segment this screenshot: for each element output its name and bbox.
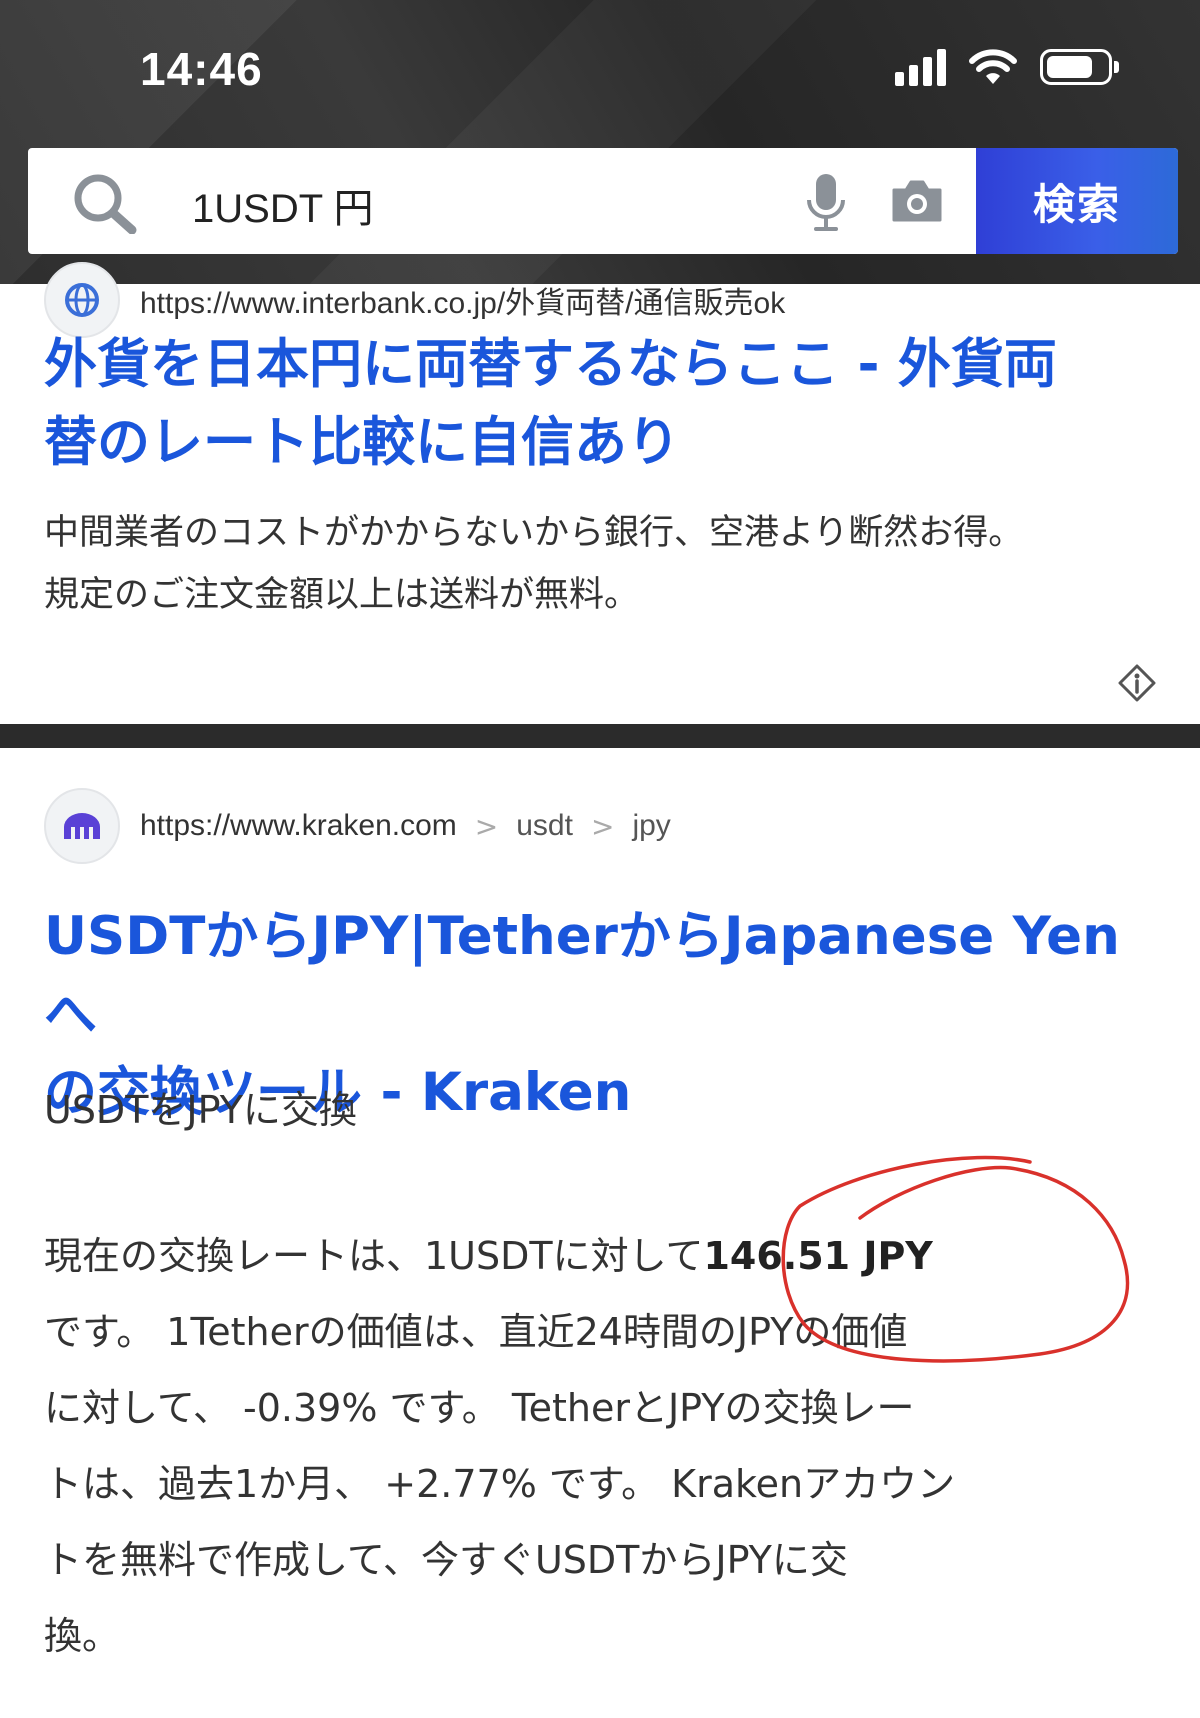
body-line: トを無料で作成して、今すぐUSDTからJPYに交 (44, 1538, 848, 1582)
breadcrumb-item: jpy (632, 809, 671, 842)
body-line: に対して、 -0.39% です。 TetherとJPYの交換レー (44, 1386, 915, 1430)
result-subheading: USDTをJPYに交換 (44, 1088, 357, 1132)
result-card-interbank: https://www.interbank.co.jp/外貨両替/通信販売ok … (0, 262, 1200, 724)
wifi-icon (969, 49, 1017, 84)
search-bar: 1USDT 円 検索 (28, 148, 1178, 254)
search-button[interactable]: 検索 (976, 148, 1178, 254)
result-title[interactable]: 外貨を日本円に両替するならここ - 外貨両 替のレート比較に自信あり (44, 326, 1144, 482)
body-line: トは、過去1か月、 +2.77% です。 Krakenアカウン (44, 1462, 956, 1506)
result-title-line[interactable]: USDTからJPY|TetherからJapanese Yenへ (44, 898, 1144, 1054)
body-line: 換。 (44, 1614, 121, 1658)
status-time: 14:46 (140, 43, 263, 95)
description-line: 規定のご注文金額以上は送料が無料。 (44, 575, 640, 615)
camera-icon[interactable] (890, 178, 944, 224)
description-line: 中間業者のコストがかからないから銀行、空港より断然お得。 (44, 513, 1024, 553)
body-text: 現在の交換レートは、1USDTに対して (44, 1234, 704, 1278)
breadcrumb-separator: > (474, 809, 499, 843)
battery-icon (1040, 49, 1119, 85)
search-icon (74, 174, 137, 234)
breadcrumb-item: usdt (516, 809, 573, 842)
breadcrumb-separator: > (590, 809, 615, 843)
status-icons (895, 48, 1119, 86)
red-circle-annotation (781, 1155, 1130, 1363)
search-input[interactable]: 1USDT 円 (192, 176, 374, 234)
result-url[interactable]: https://www.kraken.com (140, 809, 457, 843)
result-description: 中間業者のコストがかからないから銀行、空港より断然お得。 規定のご注文金額以上は… (44, 502, 1154, 626)
result-url[interactable]: https://www.interbank.co.jp/外貨両替/通信販売ok (140, 278, 785, 322)
cellular-signal-icon (895, 48, 946, 86)
info-icon[interactable] (1118, 664, 1156, 702)
result-title-line[interactable]: 替のレート比較に自信あり (44, 404, 1144, 482)
result-divider (0, 724, 1200, 748)
result-site-row: https://www.kraken.com > usdt > jpy (44, 788, 671, 864)
result-title-line[interactable]: 外貨を日本円に両替するならここ - 外貨両 (44, 326, 1144, 404)
microphone-icon[interactable] (804, 172, 848, 232)
kraken-logo-icon (44, 788, 120, 864)
